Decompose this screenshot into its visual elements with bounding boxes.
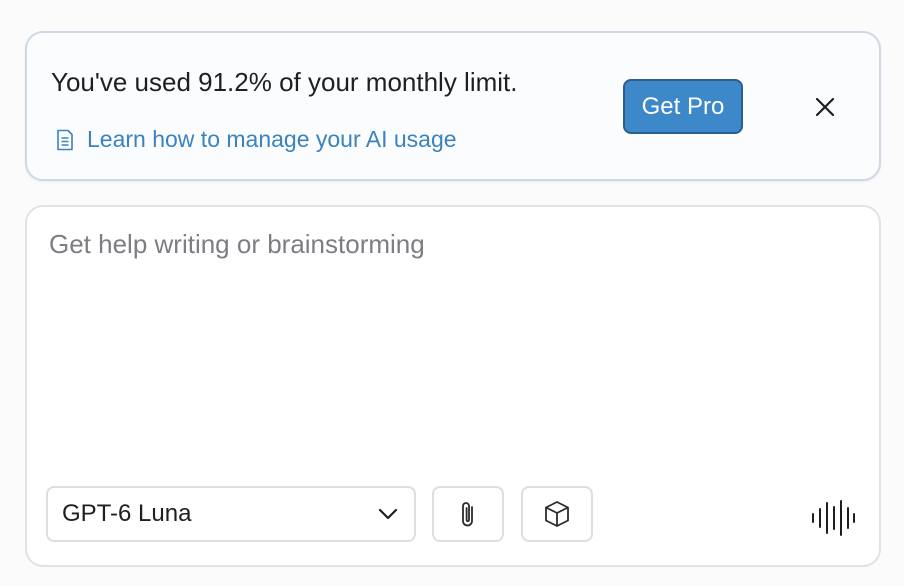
page: You've used 91.2% of your monthly limit.…: [0, 0, 904, 586]
model-select[interactable]: GPT-6 Luna: [46, 486, 416, 542]
manage-usage-link[interactable]: Learn how to manage your AI usage: [55, 126, 457, 153]
paperclip-icon: [462, 502, 473, 527]
usage-message: You've used 91.2% of your monthly limit.: [51, 67, 518, 97]
usage-limit-banner: You've used 91.2% of your monthly limit.…: [25, 31, 881, 181]
close-banner-button[interactable]: [807, 89, 843, 125]
document-icon: [57, 129, 73, 150]
prompt-input[interactable]: [49, 229, 849, 459]
cube-icon: [545, 501, 569, 527]
get-pro-button[interactable]: Get Pro: [623, 79, 743, 134]
model-select-value: GPT-6 Luna: [62, 500, 192, 527]
chevron-down-icon: [378, 508, 398, 520]
close-icon: [815, 97, 835, 117]
cube-button[interactable]: [521, 486, 593, 542]
attach-button[interactable]: [432, 486, 504, 542]
voice-input-button[interactable]: [807, 496, 859, 540]
prompt-composer: GPT-6 Luna: [25, 205, 881, 567]
manage-usage-link-label: Learn how to manage your AI usage: [87, 126, 457, 152]
waveform-icon: [812, 500, 855, 536]
